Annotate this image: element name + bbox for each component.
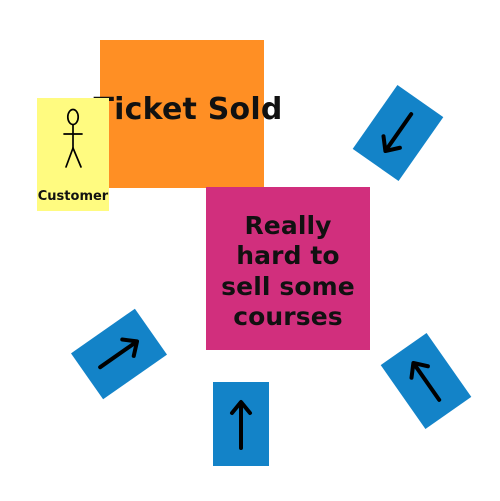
arrow-icon [98, 337, 140, 370]
arrow-note-upper-right[interactable] [352, 84, 444, 182]
ticket-sold-note[interactable]: Ticket Sold [94, 40, 282, 188]
really-hard-note[interactable]: Really hard to sell some courses [206, 187, 370, 350]
arrow-note-lower-left[interactable] [70, 308, 168, 400]
really-hard-text: Really hard to sell some courses [221, 210, 355, 332]
arrow-note-bottom-center[interactable] [213, 382, 269, 466]
arrow-icon [409, 360, 442, 402]
stick-figure-icon [63, 108, 83, 168]
sticky-notes-board: Ticket Sold Customer Really hard to sell… [0, 0, 500, 501]
arrow-icon [230, 400, 252, 450]
customer-note[interactable]: Customer [37, 98, 109, 211]
ticket-sold-text: Ticket Sold [93, 92, 283, 128]
customer-label: Customer [37, 189, 109, 204]
arrow-note-lower-right[interactable] [380, 332, 472, 430]
arrow-icon [381, 112, 414, 154]
